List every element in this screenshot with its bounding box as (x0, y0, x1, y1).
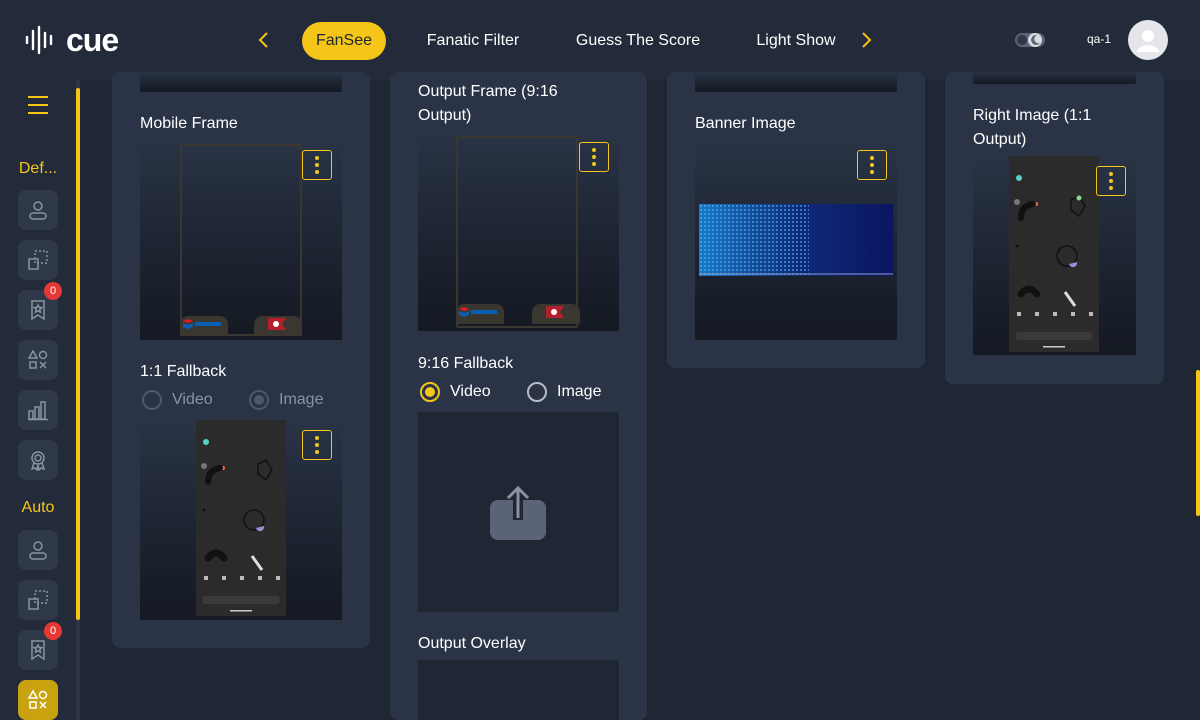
sidebar-item-shapes-auto[interactable] (18, 680, 58, 720)
right-image-menu-button[interactable] (1096, 166, 1126, 196)
main-scrollbar[interactable] (1196, 370, 1200, 516)
mobile-frame-menu-button[interactable] (302, 150, 332, 180)
sponsor-logo-icon (459, 307, 497, 317)
phone-screenshot (1009, 156, 1099, 352)
fallback-9-16-image-radio[interactable] (527, 382, 547, 402)
tab-light-show[interactable]: Light Show (742, 22, 850, 60)
tabs-next-button[interactable] (858, 28, 878, 52)
award-icon (30, 451, 46, 471)
fallback-9-16-video-radio[interactable] (420, 382, 440, 402)
output-frame-menu-button[interactable] (579, 142, 609, 172)
tab-fansee[interactable]: FanSee (302, 22, 386, 60)
kebab-menu-icon (315, 156, 319, 160)
sidebar-item-layers-auto[interactable] (18, 580, 58, 620)
mobile-frame-label: Mobile Frame (140, 115, 238, 132)
brand-name: cue (66, 21, 119, 58)
layers-icon (28, 250, 48, 270)
dark-mode-toggle-icon (1015, 33, 1045, 47)
sidebar-item-layers[interactable] (18, 240, 58, 280)
previous-media-preview (140, 72, 342, 92)
sidebar-scrollbar[interactable] (76, 88, 80, 620)
sidebar-item-awards[interactable] (18, 440, 58, 480)
fallback-9-16-image-label: Image (557, 383, 602, 400)
bookmark-star-icon (31, 640, 45, 661)
frame-outline (180, 144, 302, 336)
video-upload-dropzone[interactable] (418, 412, 619, 612)
kebab-menu-icon (870, 156, 874, 160)
tab-guess-the-score[interactable]: Guess The Score (560, 22, 716, 60)
user-avatar-icon (1137, 30, 1159, 52)
kebab-menu-icon (315, 436, 319, 440)
output-overlay-dropzone[interactable] (418, 660, 619, 720)
output-frame-label: Output Frame (9:16 Output) (418, 83, 558, 124)
menu-button[interactable] (28, 96, 48, 116)
phone-homescreen-icon (1014, 175, 1093, 348)
team-flag-icon (546, 306, 564, 318)
sidebar-item-analytics[interactable] (18, 390, 58, 430)
bar-chart-icon (28, 401, 48, 421)
chevron-right-icon (862, 32, 872, 48)
previous-media-preview (695, 72, 897, 92)
phone-homescreen-icon (201, 439, 280, 612)
upload-icon (490, 485, 546, 540)
team-flag-icon (268, 318, 286, 330)
avatar[interactable] (1128, 20, 1168, 60)
frame-outline (456, 136, 578, 328)
cue-logo[interactable]: cue (24, 22, 124, 58)
kebab-menu-icon (592, 148, 596, 152)
sidebar-group-default: Def... (18, 160, 58, 177)
tab-fanatic-filter[interactable]: Fanatic Filter (412, 22, 534, 60)
banner-image-label: Banner Image (695, 115, 796, 132)
theme-toggle[interactable] (1014, 30, 1046, 50)
sponsor-logo-icon (183, 319, 221, 329)
user-name: qa-1 (1087, 32, 1112, 46)
kebab-menu-icon (1109, 172, 1113, 176)
sidebar-item-shapes[interactable] (18, 340, 58, 380)
notification-badge: 0 (44, 622, 62, 640)
phone-screenshot (196, 420, 286, 616)
shapes-icon (27, 349, 48, 369)
sidebar-item-bookmarks-auto[interactable]: 0 (18, 622, 62, 670)
fallback-1-1-video-radio[interactable] (142, 390, 162, 410)
chevron-left-icon (258, 32, 268, 48)
output-overlay-label: Output Overlay (418, 635, 526, 652)
fallback-1-1-image-radio[interactable] (249, 390, 269, 410)
bookmark-star-icon (31, 300, 45, 321)
sidebar-item-user[interactable] (18, 190, 58, 230)
layers-icon (28, 590, 48, 610)
user-icon (29, 541, 47, 560)
banner-image-menu-button[interactable] (857, 150, 887, 180)
shapes-icon (27, 689, 48, 709)
team-logo-right (254, 316, 302, 336)
sound-wave-icon (25, 25, 53, 55)
banner-graphic (699, 204, 893, 276)
sponsor-logo-left (456, 304, 504, 324)
sidebar-item-bookmarks[interactable]: 0 (18, 282, 62, 330)
hamburger-icon (28, 96, 48, 98)
fallback-9-16-label: 9:16 Fallback (418, 355, 514, 372)
user-icon (29, 201, 47, 220)
previous-media-preview (973, 72, 1136, 84)
tabs-prev-button[interactable] (256, 28, 276, 52)
sponsor-logo-left (180, 316, 228, 336)
sidebar-item-user-auto[interactable] (18, 530, 58, 570)
sidebar-group-auto: Auto (21, 499, 55, 516)
fallback-1-1-video-label: Video (172, 391, 213, 408)
fallback-1-1-menu-button[interactable] (302, 430, 332, 460)
team-logo-right (532, 304, 580, 324)
fallback-1-1-label: 1:1 Fallback (140, 363, 227, 380)
right-image-label: Right Image (1:1 Output) (973, 107, 1092, 148)
top-bar: cue FanSee Fanatic Filter Guess The Scor… (0, 0, 1200, 80)
fallback-1-1-image-label: Image (279, 391, 324, 408)
notification-badge: 0 (44, 282, 62, 300)
fallback-9-16-video-label: Video (450, 383, 491, 400)
